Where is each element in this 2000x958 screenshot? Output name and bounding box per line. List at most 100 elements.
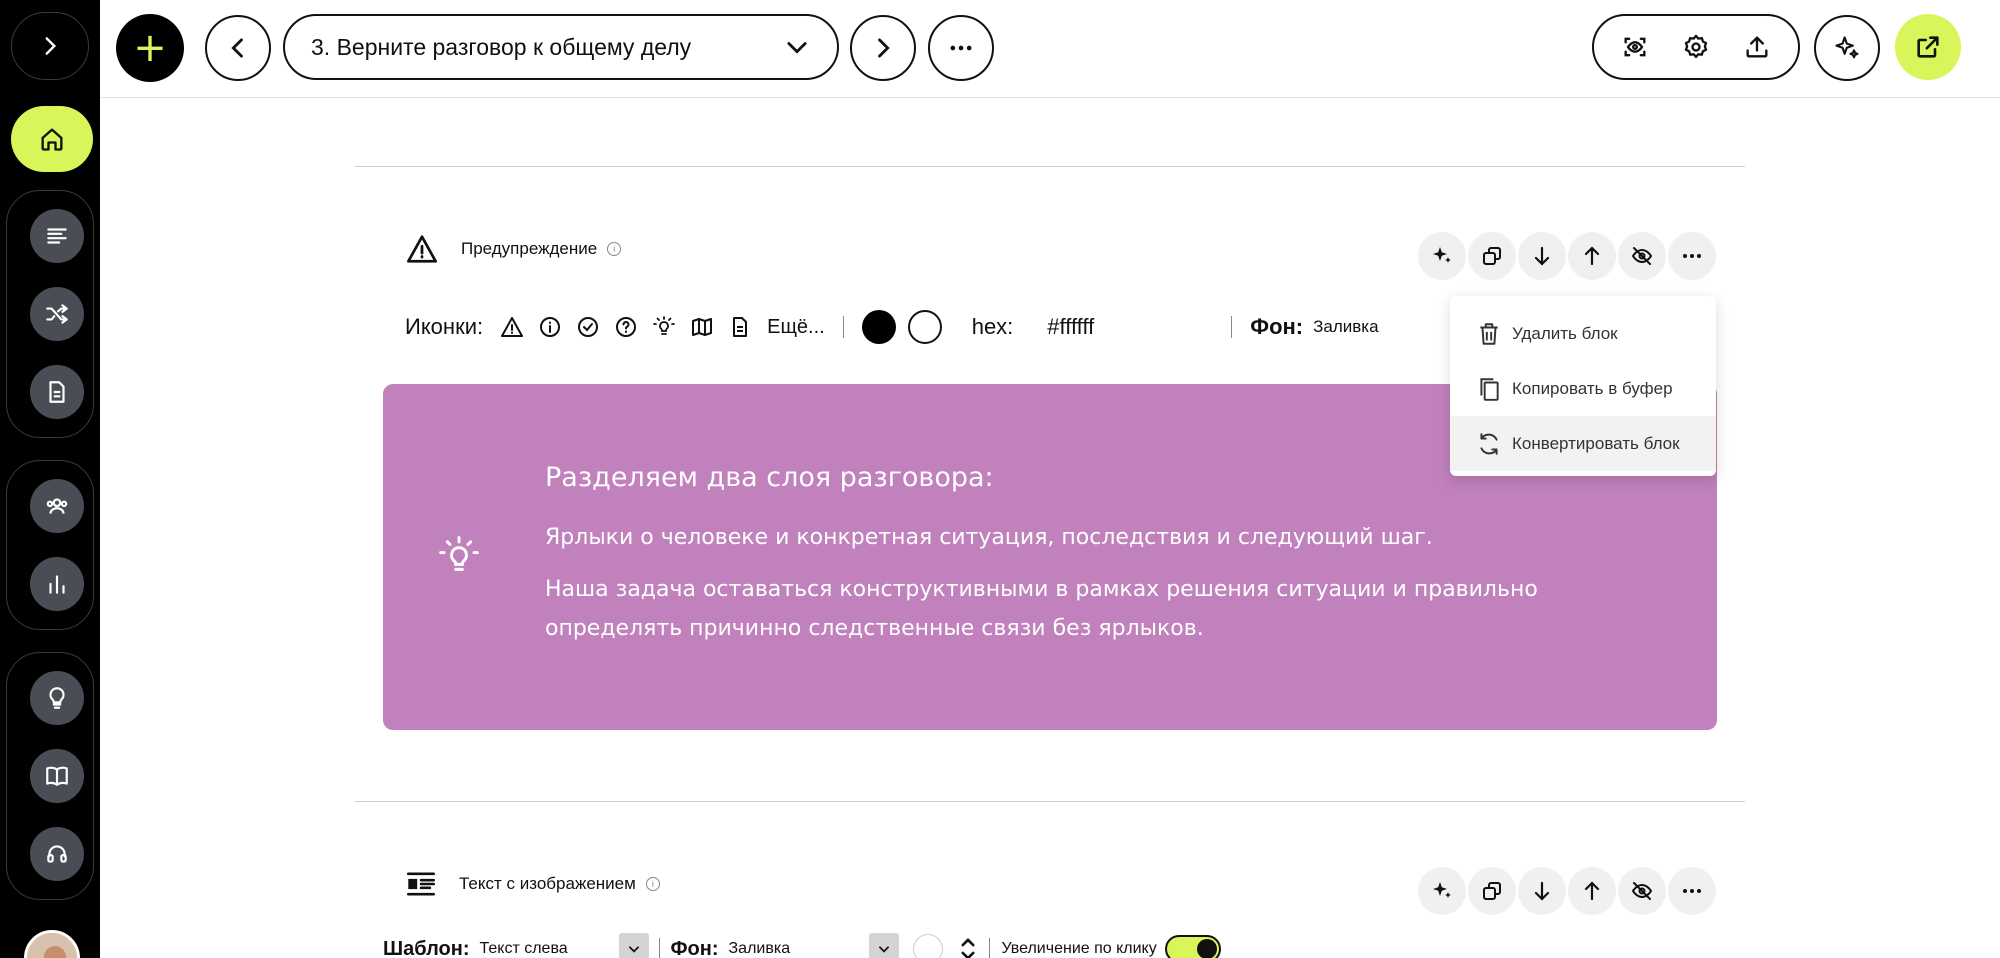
- top-bar: + 3. Верните разговор к общему делу: [100, 0, 2000, 98]
- sidebar-item-support[interactable]: [30, 827, 84, 881]
- chevron-down-icon: [629, 946, 640, 953]
- sidebar-item-text[interactable]: [30, 209, 84, 263]
- info-icon[interactable]: i: [607, 242, 622, 256]
- info-icon[interactable]: i: [645, 877, 660, 891]
- block-divider: [355, 166, 1745, 167]
- move-down-button[interactable]: [1518, 867, 1566, 915]
- duplicate-block-button[interactable]: [1468, 867, 1516, 915]
- duplicate-block-button[interactable]: [1468, 232, 1516, 280]
- toolbar-separator: [988, 938, 990, 958]
- more-options-button[interactable]: [928, 15, 994, 81]
- copy-to-clipboard-item[interactable]: Копировать в буфер: [1450, 361, 1716, 416]
- hide-block-button[interactable]: [1618, 232, 1666, 280]
- stepper-icon[interactable]: [959, 936, 977, 958]
- color-white-swatch[interactable]: [907, 310, 942, 344]
- chevron-down-icon: [787, 42, 807, 54]
- user-avatar[interactable]: [24, 930, 80, 958]
- template-dropdown-button[interactable]: [619, 933, 650, 958]
- text-image-toolbar: Шаблон: Текст слева Фон: Заливка Увеличе…: [383, 933, 1221, 958]
- hex-input[interactable]: #ffffff: [1047, 314, 1197, 340]
- block-more-button[interactable]: [1668, 232, 1716, 280]
- delete-block-item[interactable]: Удалить блок: [1450, 306, 1716, 361]
- info-icon-option[interactable]: [537, 314, 563, 340]
- warning-icon-option[interactable]: [499, 314, 525, 340]
- sidebar-item-shuffle[interactable]: [30, 287, 84, 341]
- lesson-select[interactable]: 3. Верните разговор к общему делу: [283, 14, 839, 80]
- bar-chart-icon: [49, 575, 65, 594]
- sidebar-item-home[interactable]: [11, 106, 93, 172]
- block-more-button[interactable]: [1668, 867, 1716, 915]
- block-header-warning: Предупреждение i: [405, 234, 622, 264]
- map-icon-option[interactable]: [689, 314, 715, 340]
- upload-icon[interactable]: [1743, 33, 1771, 61]
- fon-dropdown-button[interactable]: [868, 933, 899, 958]
- eye-off-icon: [1631, 247, 1653, 265]
- gear-icon[interactable]: [1682, 33, 1710, 61]
- document-icon: [733, 317, 748, 337]
- open-external-button[interactable]: [1895, 14, 1961, 80]
- sidebar-item-library[interactable]: [30, 749, 84, 803]
- question-circle-icon: [616, 317, 637, 337]
- ai-sparkle-button[interactable]: [1814, 15, 1880, 81]
- sidebar-item-users[interactable]: [30, 479, 84, 533]
- app-root: + 3. Верните разговор к общему делу Пред…: [0, 0, 2000, 958]
- fon-select[interactable]: Заливка: [729, 940, 869, 958]
- toolbar-separator: [1231, 316, 1233, 338]
- convert-block-item[interactable]: Конвертировать блок: [1450, 416, 1716, 471]
- ai-generate-button[interactable]: [1418, 232, 1466, 280]
- block-header-text-image: Текст с изображением i: [405, 870, 660, 898]
- sidebar-group-analytics: [6, 460, 94, 630]
- callout-text-2: Наша задача оставаться конструктивными в…: [545, 577, 1538, 641]
- chevron-right-icon: [878, 38, 890, 58]
- sparkle-icon: [1835, 36, 1859, 59]
- eye-off-icon: [1631, 882, 1653, 900]
- more-horizontal-icon: [1683, 254, 1701, 258]
- move-down-button[interactable]: [1518, 232, 1566, 280]
- sidebar-item-stats[interactable]: [30, 557, 84, 611]
- preview-eye-icon[interactable]: [1621, 33, 1649, 61]
- more-icons-link[interactable]: Ещё...: [767, 316, 825, 339]
- sparkle-icon: [1433, 247, 1451, 263]
- check-icon-option[interactable]: [575, 314, 601, 340]
- convert-icon: [1480, 432, 1498, 455]
- fon-label: Фон:: [670, 937, 719, 958]
- sidebar-item-document[interactable]: [30, 365, 84, 419]
- color-black-swatch[interactable]: [861, 310, 896, 344]
- home-icon: [41, 128, 63, 151]
- prev-lesson-button[interactable]: [205, 15, 271, 81]
- document-icon: [49, 381, 65, 403]
- fon-select[interactable]: Заливка: [1313, 317, 1463, 337]
- document-icon-option[interactable]: [727, 314, 753, 340]
- toggle-knob: [1196, 939, 1217, 958]
- callout-toolbar: Иконки: Ещё... hex: #ffffff Фон: Заливка: [405, 306, 1494, 348]
- sidebar-item-ideas[interactable]: [30, 671, 84, 725]
- block-title: Предупреждение: [461, 239, 598, 258]
- check-circle-icon: [578, 317, 599, 337]
- arrow-up-icon: [1584, 881, 1600, 901]
- plus-icon: +: [133, 25, 167, 71]
- question-icon-option[interactable]: [613, 314, 639, 340]
- arrow-up-icon: [1584, 246, 1600, 266]
- move-up-button[interactable]: [1568, 232, 1616, 280]
- shuffle-icon: [46, 304, 68, 324]
- ai-generate-button[interactable]: [1418, 867, 1466, 915]
- hide-block-button[interactable]: [1618, 867, 1666, 915]
- zoom-on-click-toggle[interactable]: [1164, 935, 1221, 958]
- template-select[interactable]: Текст слева: [479, 940, 619, 958]
- lightbulb-icon: [49, 687, 65, 709]
- sidebar: [0, 0, 100, 958]
- duplicate-icon: [1483, 247, 1501, 265]
- next-lesson-button[interactable]: [850, 15, 916, 81]
- add-button[interactable]: +: [116, 14, 184, 82]
- move-up-button[interactable]: [1568, 867, 1616, 915]
- chevron-down-icon: [878, 946, 889, 953]
- duplicate-icon: [1483, 882, 1501, 900]
- sidebar-toggle-button[interactable]: [11, 12, 89, 80]
- headset-icon: [47, 845, 67, 863]
- toolbar-separator: [659, 938, 661, 958]
- sidebar-group-content: [6, 190, 94, 438]
- info-circle-icon: [540, 317, 561, 337]
- block-actions: [1418, 867, 1716, 915]
- bulb-icon-option[interactable]: [651, 314, 677, 340]
- color-white-swatch[interactable]: [912, 934, 943, 958]
